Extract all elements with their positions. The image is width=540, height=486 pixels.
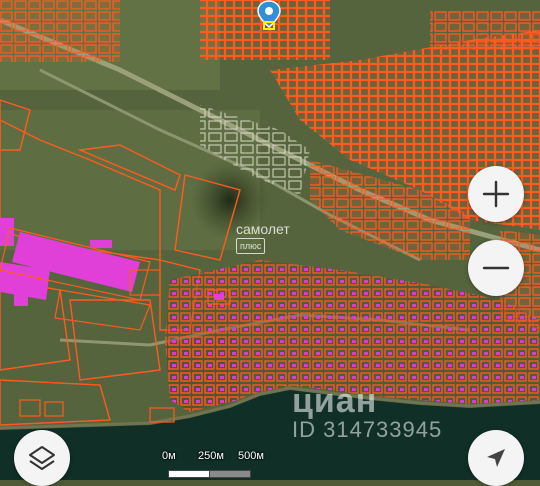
watermark-line1: самолет — [236, 221, 290, 237]
watermark-line2: плюс — [236, 238, 266, 254]
listing-watermark: циан ID 314733945 — [292, 384, 442, 442]
locate-me-button[interactable] — [468, 430, 524, 486]
navigation-arrow-icon — [487, 449, 505, 467]
scale-bar: 0м 250м 500м — [160, 448, 280, 480]
scale-label-500: 500м — [238, 450, 264, 462]
scale-label-0: 0м — [162, 450, 176, 462]
layers-button[interactable] — [14, 430, 70, 486]
layers-icon — [29, 446, 55, 470]
zoom-in-button[interactable] — [468, 166, 524, 222]
building-small — [214, 294, 224, 300]
map-pin-icon[interactable] — [255, 0, 283, 32]
minus-icon — [482, 266, 510, 270]
zoom-out-button[interactable] — [468, 240, 524, 296]
cian-brand: циан — [292, 382, 378, 420]
plus-icon — [482, 180, 510, 208]
scale-label-250: 250м — [198, 450, 224, 462]
parcel-area-nw — [0, 0, 120, 62]
listing-id: ID 314733945 — [292, 417, 443, 442]
village-west — [165, 335, 240, 410]
scale-segment-2 — [209, 470, 251, 478]
scale-segment-1 — [168, 470, 210, 478]
samolet-watermark: самолет плюс — [236, 222, 290, 254]
